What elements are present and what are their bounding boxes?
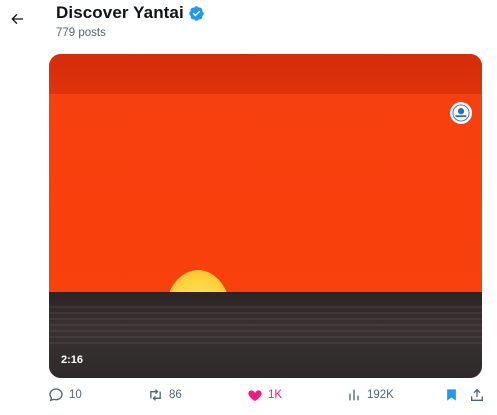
video-frame-top (49, 54, 482, 94)
views-button[interactable]: 192K (346, 387, 394, 403)
video-frame-sky (49, 94, 482, 292)
bookmark-button[interactable] (444, 387, 459, 403)
post-count: 779 posts (56, 27, 106, 39)
share-button[interactable] (469, 387, 485, 403)
back-arrow-icon (11, 13, 23, 25)
views-icon (349, 389, 359, 401)
repost-count: 86 (169, 389, 182, 401)
tweet-actions: 10 86 1K 192K (44, 387, 488, 409)
back-button[interactable] (6, 8, 28, 30)
profile-name: Discover Yantai (56, 3, 184, 22)
video-player[interactable]: 2:16 (49, 54, 482, 378)
verified-badge-icon (188, 5, 205, 22)
reply-button[interactable]: 10 (48, 387, 82, 403)
bookmark-icon (447, 389, 456, 401)
share-icon (471, 388, 483, 401)
heart-icon (248, 390, 262, 401)
view-count: 192K (367, 389, 394, 401)
like-button[interactable]: 1K (247, 387, 282, 403)
reply-icon (49, 388, 63, 402)
profile-header: Discover Yantai (56, 3, 205, 23)
reply-count: 10 (69, 389, 82, 401)
sea-ripples (49, 304, 482, 344)
video-duration: 2:16 (61, 354, 84, 366)
repost-button[interactable]: 86 (147, 387, 182, 403)
repost-icon (150, 389, 161, 401)
like-count: 1K (268, 389, 283, 401)
channel-logo-icon (450, 102, 472, 124)
